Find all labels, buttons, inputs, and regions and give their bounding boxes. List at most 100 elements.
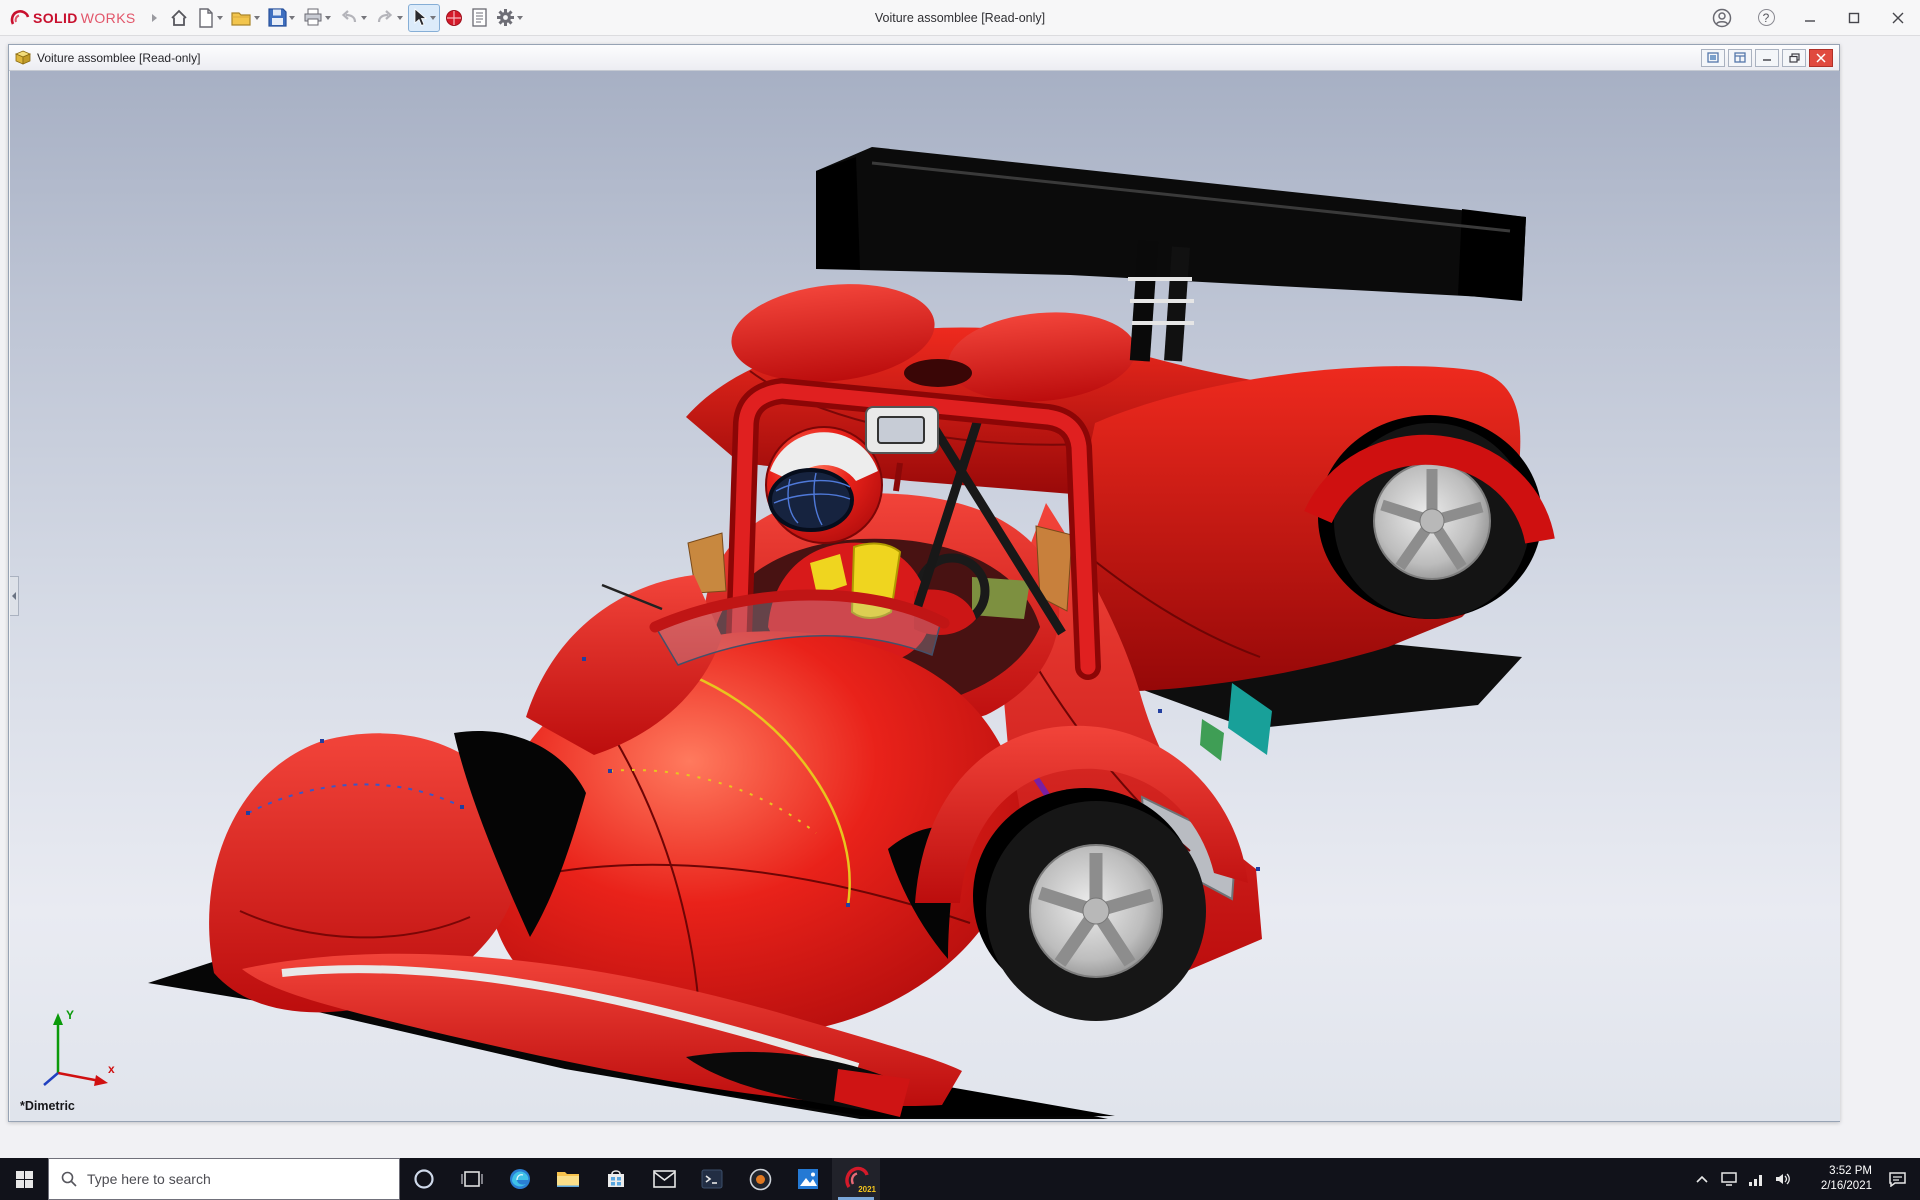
doc-close-button[interactable]	[1809, 49, 1833, 67]
file-explorer-icon	[556, 1169, 580, 1189]
account-button[interactable]	[1700, 0, 1744, 36]
cortana-button[interactable]	[400, 1158, 448, 1200]
graphics-viewport[interactable]: Y x *Dimetric	[10, 71, 1840, 1121]
windows-logo-icon	[16, 1171, 33, 1188]
cortana-icon	[413, 1168, 435, 1190]
dropdown-caret[interactable]	[289, 16, 295, 20]
y-axis-arrow	[53, 1013, 63, 1025]
document-window: Voiture assomblee [Read-only]	[8, 44, 1840, 1122]
mail-button[interactable]	[640, 1158, 688, 1200]
store-icon	[605, 1168, 627, 1190]
solidworks-logo: SOLIDWORKS	[0, 9, 144, 27]
terminal-icon	[701, 1169, 723, 1189]
float-window-icon	[1707, 52, 1719, 63]
float-window-button[interactable]	[1701, 49, 1725, 67]
y-axis-label: Y	[66, 1008, 74, 1022]
options-button[interactable]	[493, 4, 526, 32]
network-tray-button[interactable]	[1742, 1158, 1769, 1200]
ds-logo-icon	[10, 9, 30, 27]
close-button[interactable]	[1876, 0, 1920, 36]
dropdown-caret[interactable]	[430, 16, 436, 20]
dropdown-caret[interactable]	[217, 16, 223, 20]
document-title: Voiture assomblee [Read-only]	[37, 51, 200, 65]
redo-button[interactable]	[372, 4, 406, 32]
mdi-area: Voiture assomblee [Read-only]	[0, 36, 1920, 1158]
task-view-button[interactable]	[448, 1158, 496, 1200]
doc-restore-button[interactable]	[1782, 49, 1806, 67]
tile-window-icon	[1734, 52, 1746, 63]
help-button[interactable]: ?	[1744, 0, 1788, 36]
undo-button[interactable]	[336, 4, 370, 32]
tile-window-button[interactable]	[1728, 49, 1752, 67]
save-button[interactable]	[265, 4, 298, 32]
3dexperience-button[interactable]	[442, 4, 466, 32]
document-titlebar[interactable]: Voiture assomblee [Read-only]	[9, 45, 1839, 71]
dropdown-caret[interactable]	[325, 16, 331, 20]
brand-light: WORKS	[81, 10, 136, 26]
photos-icon	[797, 1168, 819, 1190]
taskbar-search[interactable]: Type here to search	[48, 1158, 400, 1200]
open-button[interactable]	[228, 4, 263, 32]
save-icon	[268, 8, 287, 27]
brand-bold: SOLID	[33, 10, 78, 26]
volume-tray-button[interactable]	[1769, 1158, 1796, 1200]
restore-icon	[1789, 53, 1800, 63]
dropdown-caret[interactable]	[254, 16, 260, 20]
dropdown-caret[interactable]	[361, 16, 367, 20]
edge-icon	[508, 1167, 532, 1191]
solidworks-taskbar-button[interactable]: 2021	[832, 1158, 880, 1200]
clock-time: 3:52 PM	[1796, 1164, 1872, 1179]
edge-button[interactable]	[496, 1158, 544, 1200]
app-title: Voiture assomblee [Read-only]	[875, 11, 1045, 25]
orientation-triad: Y x	[36, 1003, 122, 1095]
file-explorer-button[interactable]	[544, 1158, 592, 1200]
z-axis	[44, 1073, 58, 1085]
options-gear-icon	[496, 8, 515, 27]
new-document-button[interactable]	[194, 4, 226, 32]
maximize-button[interactable]	[1832, 0, 1876, 36]
minimize-icon	[1762, 53, 1772, 62]
clock-date: 2/16/2021	[1796, 1179, 1872, 1194]
photos-button[interactable]	[784, 1158, 832, 1200]
close-icon	[1816, 53, 1826, 63]
dropdown-caret[interactable]	[397, 16, 403, 20]
undo-icon	[339, 9, 359, 27]
assembly-cube-icon	[15, 50, 31, 65]
home-icon	[169, 8, 189, 28]
mail-icon	[653, 1170, 676, 1188]
help-icon: ?	[1758, 9, 1775, 26]
minimize-button[interactable]	[1788, 0, 1832, 36]
select-cursor-icon	[412, 8, 428, 27]
toolbar-flyout-arrow[interactable]	[152, 14, 157, 22]
x-axis-arrow	[94, 1075, 108, 1086]
task-view-icon	[461, 1170, 483, 1188]
start-button[interactable]	[0, 1158, 48, 1200]
dropdown-caret[interactable]	[517, 16, 523, 20]
select-tool-button[interactable]	[408, 4, 440, 32]
document-window-controls	[1701, 49, 1833, 67]
edrawings-button[interactable]	[736, 1158, 784, 1200]
terminal-button[interactable]	[688, 1158, 736, 1200]
feature-tree-collapse-tab[interactable]	[10, 576, 19, 616]
view-orientation-label: *Dimetric	[20, 1099, 75, 1113]
display-tray-button[interactable]	[1715, 1158, 1742, 1200]
app-window-controls: ?	[1700, 0, 1920, 36]
display-icon	[1721, 1172, 1737, 1186]
chevron-up-icon	[1696, 1175, 1708, 1183]
action-center-button[interactable]	[1878, 1158, 1916, 1200]
maximize-icon	[1848, 12, 1860, 24]
hidden-icons-button[interactable]	[1688, 1158, 1715, 1200]
close-icon	[1892, 12, 1904, 24]
quick-access-toolbar	[165, 4, 527, 32]
car-model[interactable]	[10, 71, 1840, 1121]
print-icon	[303, 8, 323, 27]
print-button[interactable]	[300, 4, 334, 32]
open-folder-icon	[231, 9, 252, 27]
store-button[interactable]	[592, 1158, 640, 1200]
edrawings-icon	[749, 1168, 772, 1191]
doc-minimize-button[interactable]	[1755, 49, 1779, 67]
home-button[interactable]	[166, 4, 192, 32]
taskbar-clock[interactable]: 3:52 PM 2/16/2021	[1796, 1164, 1878, 1194]
taskbar: Type here to search	[0, 1158, 1920, 1200]
file-properties-button[interactable]	[468, 4, 491, 32]
